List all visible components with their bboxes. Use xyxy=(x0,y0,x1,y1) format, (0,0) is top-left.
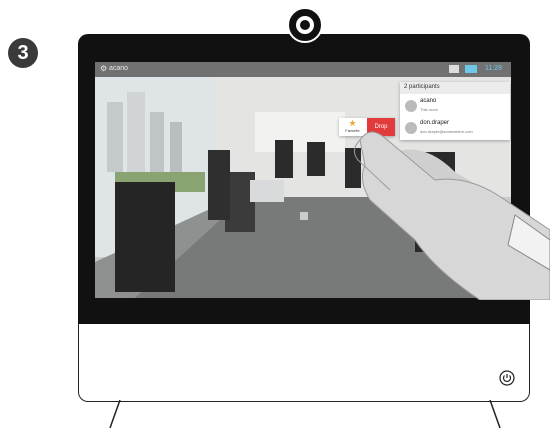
monitor-stand xyxy=(109,400,501,428)
participants-title: 2 participants xyxy=(404,84,440,90)
participant-detail: This room xyxy=(420,107,438,112)
top-status-bar: ⚙ acano 11:28 xyxy=(95,62,511,77)
step-number-badge: 3 xyxy=(8,38,38,68)
gear-icon[interactable]: ⚙ xyxy=(100,64,107,73)
participant-row-0[interactable]: acano This room xyxy=(400,96,510,116)
power-icon[interactable] xyxy=(499,370,515,386)
share-icon[interactable] xyxy=(465,65,477,73)
participant-name: acano xyxy=(420,98,437,104)
monitor-base-panel xyxy=(78,324,530,402)
layout-icon[interactable] xyxy=(449,65,459,73)
hand-pointer xyxy=(354,131,550,300)
camera-lens xyxy=(300,20,310,30)
participants-header: 2 participants xyxy=(400,82,510,94)
clock: 11:28 xyxy=(485,65,502,72)
avatar xyxy=(405,100,417,112)
call-name: acano xyxy=(109,65,129,72)
